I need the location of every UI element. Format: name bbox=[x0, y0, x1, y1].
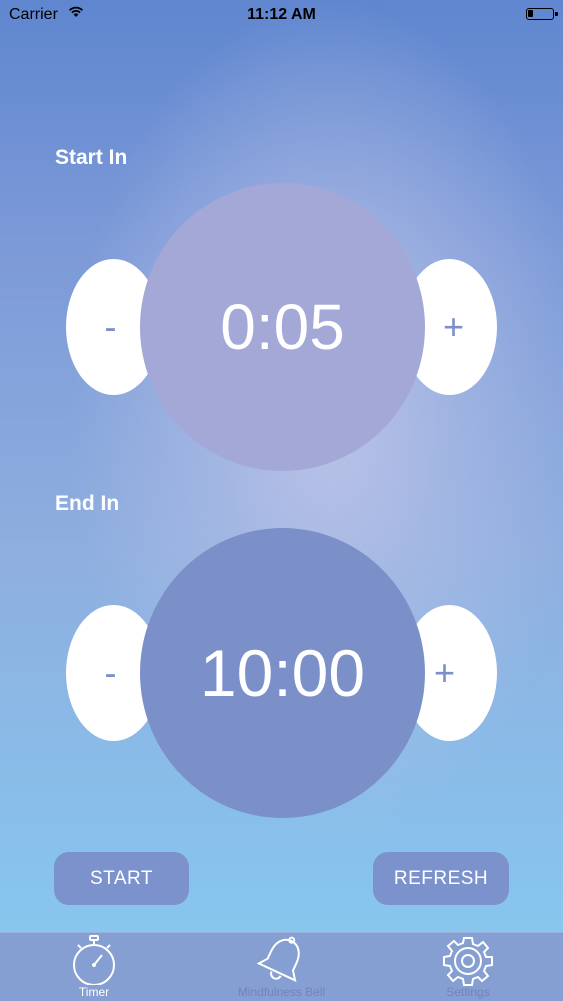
start-button[interactable]: START bbox=[54, 852, 189, 905]
tab-mindfulness-bell[interactable]: Mindfulness Bell bbox=[220, 933, 343, 1001]
tab-timer-label: Timer bbox=[78, 985, 110, 999]
end-time-value: 10:00 bbox=[199, 636, 366, 710]
tab-timer[interactable]: Timer bbox=[44, 933, 144, 1001]
start-time-dial[interactable]: 0:05 bbox=[140, 183, 425, 471]
status-time: 11:12 AM bbox=[247, 6, 316, 23]
gear-icon bbox=[443, 937, 493, 986]
tab-settings-label: Settings bbox=[446, 985, 490, 999]
tab-bar: Timer Mindfulness Bell Settings bbox=[0, 932, 563, 1001]
end-in-label: End In bbox=[55, 492, 120, 515]
start-time-value: 0:05 bbox=[220, 291, 345, 363]
refresh-button[interactable]: REFRESH bbox=[373, 852, 509, 905]
bell-icon bbox=[256, 936, 300, 983]
end-time-dial[interactable]: 10:00 bbox=[140, 528, 425, 818]
start-in-label: Start In bbox=[55, 146, 128, 169]
stopwatch-icon bbox=[73, 935, 115, 985]
tab-mindfulness-bell-label: Mindfulness Bell bbox=[237, 985, 326, 999]
status-bar: Carrier 11:12 AM bbox=[0, 0, 563, 30]
tab-settings[interactable]: Settings bbox=[418, 933, 518, 1001]
battery-icon bbox=[526, 8, 558, 20]
